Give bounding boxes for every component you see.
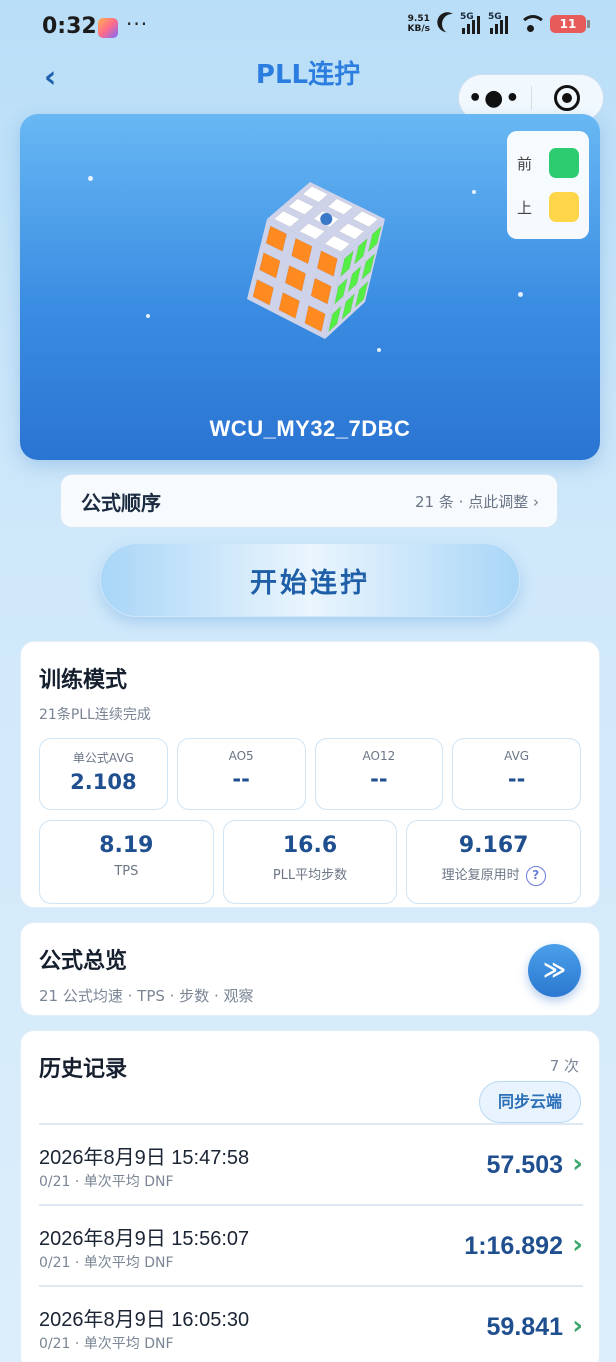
overview-go-button[interactable]: ≫ (528, 944, 581, 997)
orientation-top-label: 上 (517, 198, 533, 217)
signal-icon-2: 5G (488, 12, 512, 34)
cube-display-card: 前 上 WCU_MY32_7DBC (20, 114, 600, 460)
record-summary: 0/21 · 单次平均 DNF (39, 1336, 174, 1352)
history-list: 2026年8月9日 15:47:58 0/21 · 单次平均 DNF 57.50… (39, 1123, 583, 1362)
history-record[interactable]: 2026年8月9日 15:56:07 0/21 · 单次平均 DNF 1:16.… (39, 1204, 583, 1285)
wifi-icon (518, 15, 547, 33)
orientation-front-label: 前 (517, 154, 533, 173)
stat-value: 8.19 (99, 833, 154, 858)
history-record[interactable]: 2026年8月9日 16:05:30 0/21 · 单次平均 DNF 59.84… (39, 1285, 583, 1362)
more-menu-icon[interactable]: •●• (459, 86, 531, 111)
stat-value: 16.6 (282, 833, 338, 858)
signal-label-2: 5G (488, 12, 502, 22)
history-title: 历史记录 (39, 1057, 128, 1082)
separator-dot: · (458, 492, 464, 511)
history-card: 历史记录 7 次 同步云端 2026年8月9日 15:47:58 0/21 · … (20, 1030, 600, 1362)
record-time: 1:16.892 (464, 1232, 563, 1260)
sync-cloud-button[interactable]: 同步云端 (479, 1081, 581, 1123)
status-more-icon: ··· (126, 12, 149, 36)
training-mode-card: 训练模式 21条PLL连续完成 单公式AVG 2.108 AO5 -- AO12… (20, 641, 600, 908)
stat-label-with-help: 理论复原用时? (407, 864, 580, 886)
stat-value: -- (507, 767, 526, 791)
stat-single-avg: 单公式AVG 2.108 (39, 738, 168, 810)
orientation-panel: 前 上 (507, 131, 589, 239)
start-training-button[interactable]: 开始连拧 (100, 543, 520, 617)
history-count: 7 次 (549, 1057, 579, 1075)
stat-avg: AVG -- (452, 738, 581, 810)
chevron-right-icon: › (572, 1149, 583, 1179)
front-color-swatch (549, 148, 579, 178)
formula-order-title: 公式顺序 (81, 490, 161, 515)
close-program-button[interactable] (532, 85, 604, 111)
stat-value: 9.167 (458, 833, 529, 858)
status-time: 0:32 (42, 14, 97, 39)
stat-ao5: AO5 -- (176, 738, 306, 810)
adjust-link: 点此调整 (468, 492, 529, 511)
stat-value: 2.108 (70, 770, 137, 794)
record-time: 57.503 (486, 1151, 563, 1179)
target-icon (554, 85, 581, 111)
record-datetime: 2026年8月9日 15:47:58 (39, 1147, 250, 1169)
stat-tps: 8.19 TPS (39, 820, 214, 904)
device-name: WCU_MY32_7DBC (209, 416, 411, 441)
stat-label: 单公式AVG (72, 751, 134, 765)
record-summary: 0/21 · 单次平均 DNF (39, 1255, 174, 1271)
rubiks-cube-3d[interactable] (215, 164, 405, 354)
status-icons: 9.51 KB/s 5G 5G 11 (408, 12, 590, 34)
top-color-swatch (549, 192, 579, 222)
star-decoration (472, 190, 476, 194)
star-decoration (88, 176, 93, 181)
battery-icon: 11 (550, 15, 590, 33)
network-speed-value: 9.51 (407, 14, 430, 24)
record-datetime: 2026年8月9日 16:05:30 (39, 1309, 250, 1331)
stat-label: AO12 (362, 749, 396, 763)
stats-row-primary: 单公式AVG 2.108 AO5 -- AO12 -- AVG -- (39, 738, 581, 810)
stat-label: AO5 (228, 749, 254, 763)
stat-theoretical-time: 9.167 理论复原用时? (406, 820, 582, 904)
signal-label-1: 5G (460, 12, 474, 22)
stat-pll-avg-moves: 16.6 PLL平均步数 (222, 820, 398, 904)
star-decoration (518, 292, 523, 297)
status-bar: 0:32 ··· 9.51 KB/s 5G 5G 11 (0, 0, 616, 56)
record-time: 59.841 (486, 1313, 563, 1341)
orientation-top: 上 (517, 185, 579, 229)
history-record[interactable]: 2026年8月9日 15:47:58 0/21 · 单次平均 DNF 57.50… (39, 1123, 583, 1204)
star-decoration (146, 314, 150, 318)
help-icon[interactable]: ? (525, 865, 546, 886)
signal-icon-1: 5G (460, 12, 484, 34)
formula-count: 21 条 (415, 492, 454, 511)
network-speed: 9.51 KB/s (408, 14, 430, 34)
network-speed-unit: KB/s (407, 24, 430, 34)
stat-label: 理论复原用时 (441, 868, 520, 883)
overview-subtitle: 21 公式均速 · TPS · 步数 · 观察 (39, 987, 254, 1005)
app-notification-icon (98, 18, 118, 38)
stat-ao12: AO12 -- (314, 738, 444, 810)
stat-value: -- (232, 767, 250, 791)
record-summary: 0/21 · 单次平均 DNF (39, 1174, 174, 1190)
chevron-right-icon: › (572, 1230, 583, 1260)
chevron-right-icon: › (533, 492, 539, 511)
chevron-right-icon: › (572, 1311, 583, 1341)
orientation-front: 前 (517, 141, 579, 185)
stats-row-secondary: 8.19 TPS 16.6 PLL平均步数 9.167 理论复原用时? (39, 820, 582, 904)
formula-overview-card[interactable]: 公式总览 21 公式均速 · TPS · 步数 · 观察 ≫ (20, 922, 600, 1016)
overview-title: 公式总览 (39, 949, 128, 974)
stat-label: AVG (504, 749, 530, 763)
formula-order-adjust[interactable]: 21 条 · 点此调整 › (415, 491, 539, 512)
cube-logo-icon (320, 213, 333, 225)
stat-label: PLL平均步数 (272, 868, 348, 883)
record-datetime: 2026年8月9日 15:56:07 (39, 1228, 250, 1250)
training-title: 训练模式 (39, 668, 128, 693)
training-subtitle: 21条PLL连续完成 (39, 707, 151, 723)
formula-order-bar[interactable]: 公式顺序 21 条 · 点此调整 › (60, 474, 558, 528)
stat-value: -- (370, 767, 388, 791)
stat-label: TPS (114, 864, 139, 879)
